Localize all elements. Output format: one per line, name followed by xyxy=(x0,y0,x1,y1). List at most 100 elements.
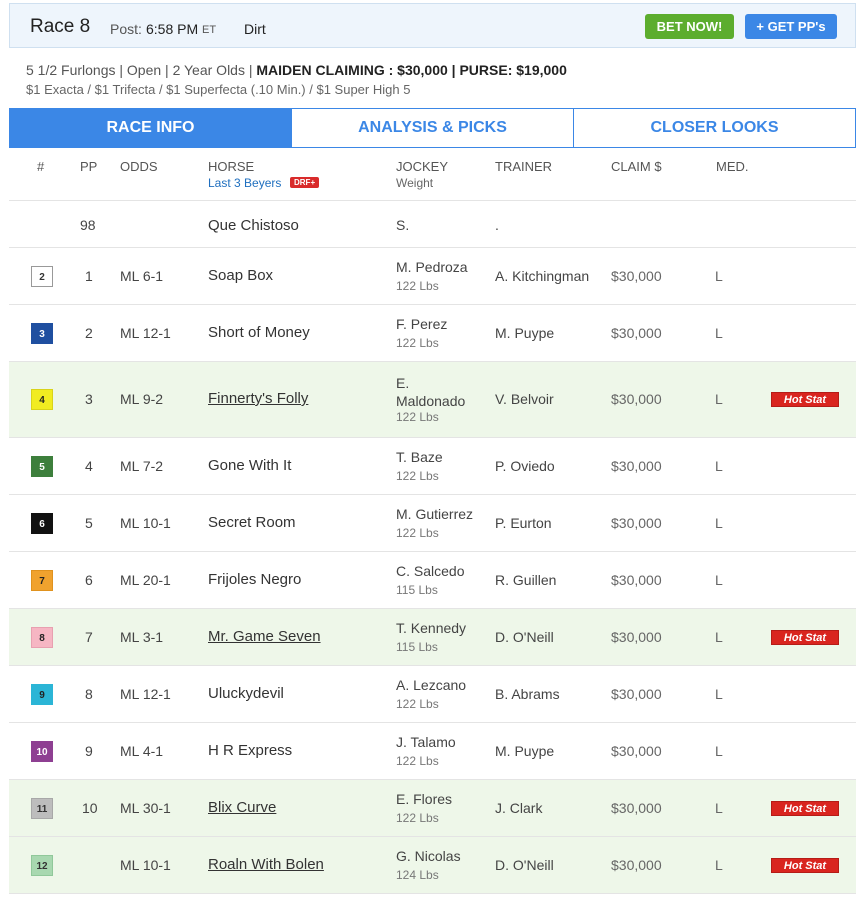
horse-name: Que Chistoso xyxy=(208,217,299,234)
trainer: D. O'Neill xyxy=(495,629,554,645)
hot-stat-badge[interactable]: Hot Stat xyxy=(771,392,839,407)
trainer: R. Guillen xyxy=(495,572,557,588)
table-row: 11 10 ML 30-1 Blix Curve E. Flores 122 Lbs J. … xyxy=(9,780,856,837)
saddle-cloth-number: 12 xyxy=(31,855,53,876)
jockey: G. Nicolas xyxy=(396,848,461,864)
odds: ML 9-2 xyxy=(120,391,164,407)
horse-name: Gone With It xyxy=(208,457,292,474)
pp: 98 xyxy=(80,217,96,233)
odds: ML 12-1 xyxy=(120,686,171,702)
horse-name: Frijoles Negro xyxy=(208,571,302,588)
odds: ML 3-1 xyxy=(120,629,164,645)
post-timezone: ET xyxy=(202,24,217,36)
claim-price: $30,000 xyxy=(611,629,662,645)
hot-stat-badge[interactable]: Hot Stat xyxy=(771,630,839,645)
race-title: Race 8 xyxy=(30,16,91,37)
table-row: 8 7 ML 3-1 Mr. Game Seven T. Kennedy 115 Lbs D… xyxy=(9,609,856,666)
medication: L xyxy=(715,391,723,407)
odds: ML 4-1 xyxy=(120,743,164,759)
trainer: A. Kitchingman xyxy=(495,268,590,284)
race-header: Race 8 Post: 6:58 PM ET Dirt BET NOW! + … xyxy=(9,3,856,48)
table-row: 7 6 ML 20-1 Frijoles Negro C. Salcedo 115 Lbs… xyxy=(9,552,856,609)
horse-name: Soap Box xyxy=(208,267,274,284)
pp: 9 xyxy=(85,743,93,759)
table-row: 6 5 ML 10-1 Secret Room M. Gutierrez 122 Lbs P… xyxy=(9,495,856,552)
medication: L xyxy=(715,629,723,645)
table-row: 9 8 ML 12-1 Uluckydevil A. Lezcano 122 Lbs B. … xyxy=(9,666,856,723)
pp: 2 xyxy=(85,325,93,341)
jockey: E. Maldonado xyxy=(396,375,466,409)
jockey: J. Talamo xyxy=(396,734,456,750)
medication: L xyxy=(715,268,723,284)
pp: 10 xyxy=(82,800,98,816)
medication: L xyxy=(715,325,723,341)
col-pp: PP xyxy=(80,159,98,174)
pp: 4 xyxy=(85,458,93,474)
get-pps-button[interactable]: + GET PP's xyxy=(745,14,837,39)
weight: 122 Lbs xyxy=(396,811,439,825)
drf-plus-badge: DRF+ xyxy=(290,177,320,188)
saddle-cloth-number: 8 xyxy=(31,627,53,648)
post-label: Post: xyxy=(110,21,142,37)
trainer: V. Belvoir xyxy=(495,391,554,407)
col-odds: ODDS xyxy=(120,159,158,174)
jockey: T. Kennedy xyxy=(396,620,467,636)
trainer: B. Abrams xyxy=(495,686,560,702)
claim-price: $30,000 xyxy=(611,325,662,341)
table-row: 3 2 ML 12-1 Short of Money F. Perez 122 Lbs M.… xyxy=(9,305,856,362)
horse-name[interactable]: Roaln With Bolen xyxy=(208,856,324,873)
jockey: M. Gutierrez xyxy=(396,506,474,522)
hot-stat-badge[interactable]: Hot Stat xyxy=(771,858,839,873)
odds: ML 30-1 xyxy=(120,800,171,816)
bet-now-button[interactable]: BET NOW! xyxy=(645,14,734,39)
medication: L xyxy=(715,572,723,588)
trainer: P. Eurton xyxy=(495,515,552,531)
saddle-cloth-number: 10 xyxy=(31,741,53,762)
saddle-cloth-number: 6 xyxy=(31,513,53,534)
col-weight: Weight xyxy=(396,176,434,190)
hot-stat-badge[interactable]: Hot Stat xyxy=(771,801,839,816)
col-jockey: JOCKEY xyxy=(396,159,449,174)
horse-name[interactable]: Blix Curve xyxy=(208,799,276,816)
claim-price: $30,000 xyxy=(611,458,662,474)
race-card: Race 8 Post: 6:58 PM ET Dirt BET NOW! + … xyxy=(0,0,864,898)
weight: 122 Lbs xyxy=(396,279,439,293)
weight: 122 Lbs xyxy=(396,526,439,540)
trainer: M. Puype xyxy=(495,743,555,759)
tab-analysis-picks[interactable]: ANALYSIS & PICKS xyxy=(292,109,574,147)
col-med: MED. xyxy=(716,159,749,174)
horse-name[interactable]: Finnerty's Folly xyxy=(208,390,308,407)
col-horse: HORSE xyxy=(208,159,255,174)
jockey: E. Flores xyxy=(396,791,453,807)
tab-race-info[interactable]: RACE INFO xyxy=(10,109,292,147)
last-3-beyers-label[interactable]: Last 3 Beyers xyxy=(208,176,281,190)
pp: 1 xyxy=(85,268,93,284)
tab-closer-looks[interactable]: CLOSER LOOKS xyxy=(574,109,855,147)
col-trainer: TRAINER xyxy=(495,159,553,174)
jockey: M. Pedroza xyxy=(396,259,468,275)
trainer: M. Puype xyxy=(495,325,555,341)
trainer: P. Oviedo xyxy=(495,458,555,474)
pp: 8 xyxy=(85,686,93,702)
pp: 7 xyxy=(85,629,93,645)
horse-name[interactable]: Mr. Game Seven xyxy=(208,628,321,645)
table-row: 10 9 ML 4-1 H R Express J. Talamo 122 Lbs M. P… xyxy=(9,723,856,780)
medication: L xyxy=(715,857,723,873)
trainer: . xyxy=(495,217,499,233)
race-conditions: 5 1/2 Furlongs | Open | 2 Year Olds | MA… xyxy=(26,62,567,78)
claim-price: $30,000 xyxy=(611,572,662,588)
pp: 5 xyxy=(85,515,93,531)
odds: ML 12-1 xyxy=(120,325,171,341)
claim-price: $30,000 xyxy=(611,268,662,284)
weight: 122 Lbs xyxy=(396,336,439,350)
jockey: S. xyxy=(396,217,410,233)
saddle-cloth-number: 4 xyxy=(31,389,53,410)
jockey: T. Baze xyxy=(396,449,443,465)
weight: 122 Lbs xyxy=(396,697,439,711)
odds: ML 10-1 xyxy=(120,857,171,873)
weight: 115 Lbs xyxy=(396,583,438,597)
pp: 3 xyxy=(85,391,93,407)
odds: ML 7-2 xyxy=(120,458,164,474)
weight: 124 Lbs xyxy=(396,868,439,882)
table-row: 5 4 ML 7-2 Gone With It T. Baze 122 Lbs P. Ovi… xyxy=(9,438,856,495)
